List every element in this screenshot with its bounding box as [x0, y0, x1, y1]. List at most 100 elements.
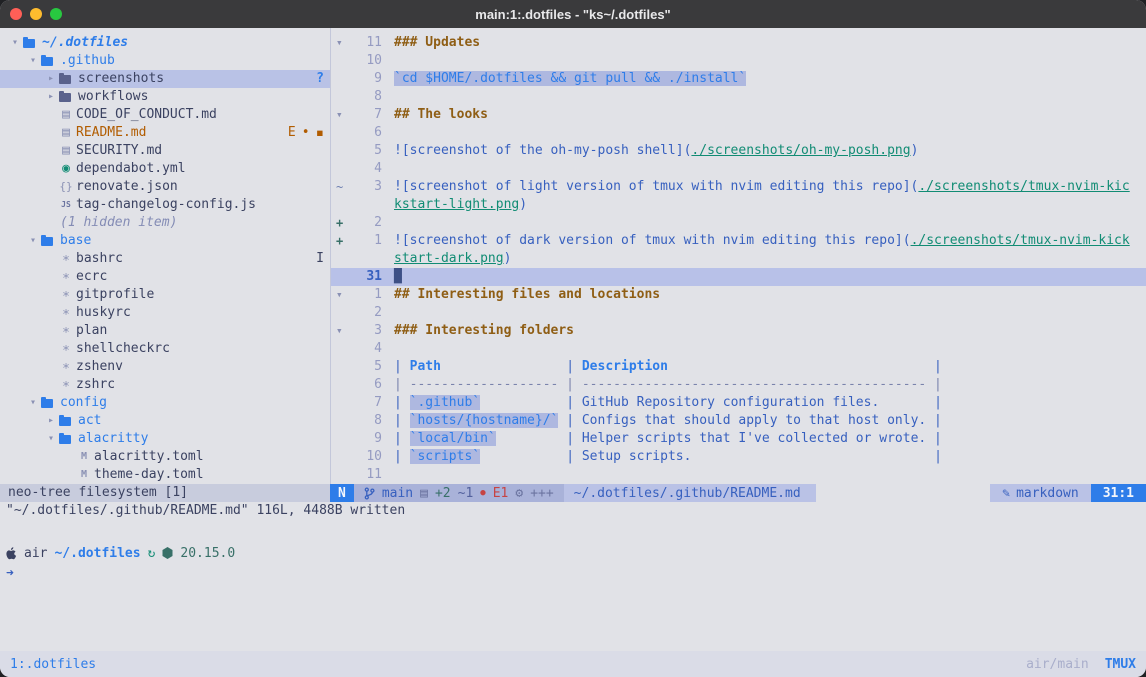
line-text: ### Interesting folders [382, 322, 1146, 340]
tree-item[interactable]: Malacritty.toml [0, 448, 330, 466]
tree-item[interactable]: ▾~/.dotfiles [0, 34, 330, 52]
tree-item[interactable]: JStag-changelog-config.js [0, 196, 330, 214]
editor-line[interactable]: +2 [331, 214, 1146, 232]
editor-line[interactable]: 5![screenshot of the oh-my-posh shell](.… [331, 142, 1146, 160]
diff-changed: ~1 [458, 486, 474, 501]
table-pipe: | [496, 431, 582, 446]
expanded-arrow-icon[interactable]: ▾ [26, 232, 40, 250]
tree-item[interactable]: ▤CODE_OF_CONDUCT.md [0, 106, 330, 124]
gutter-marks [331, 88, 352, 106]
tree-item[interactable]: ▸act [0, 412, 330, 430]
expanded-arrow-icon[interactable]: ▾ [8, 34, 22, 52]
editor[interactable]: ▾11### Updates109`cd $HOME/.dotfiles && … [330, 28, 1146, 484]
line-text [382, 88, 1146, 106]
editor-line[interactable]: 8| `hosts/{hostname}/` | Configs that sh… [331, 412, 1146, 430]
editor-line[interactable]: +1![screenshot of dark version of tmux w… [331, 232, 1146, 250]
tree-item[interactable]: ▸screenshots? [0, 70, 330, 88]
tree-item-label: alacritty.toml [94, 448, 204, 466]
table-pipe: | [480, 449, 582, 464]
neotree-sidebar: ▾~/.dotfiles▾.github▸screenshots?▸workfl… [0, 28, 330, 484]
editor-line[interactable]: ~3![screenshot of light version of tmux … [331, 178, 1146, 196]
zoom-button[interactable] [50, 8, 62, 20]
tree-item[interactable]: ◉dependabot.yml [0, 160, 330, 178]
star-icon: ∗ [58, 304, 74, 322]
star-icon: ∗ [58, 268, 74, 286]
toml-icon: M [76, 466, 92, 484]
tree-item[interactable]: ∗zshrc [0, 376, 330, 394]
tmux-window-name[interactable]: 1:.dotfiles [10, 657, 96, 672]
editor-line[interactable]: 10 [331, 52, 1146, 70]
editor-line[interactable]: 9| `local/bin` | Helper scripts that I'v… [331, 430, 1146, 448]
editor-line[interactable]: 4 [331, 340, 1146, 358]
tree-item[interactable]: Mtheme-day.toml [0, 466, 330, 484]
shell-area[interactable]: air ~/.dotfiles ↻ 20.15.0 ➜ [0, 520, 1146, 581]
markdown-text: ![screenshot of light version of tmux wi… [394, 179, 918, 194]
collapsed-arrow-icon[interactable]: ▸ [44, 412, 58, 430]
line-number: 5 [352, 142, 382, 160]
tree-item-label: SECURITY.md [76, 142, 162, 160]
editor-line[interactable]: kstart-light.png) [331, 196, 1146, 214]
tree-item[interactable]: ▤SECURITY.md [0, 142, 330, 160]
expanded-arrow-icon[interactable]: ▾ [26, 52, 40, 70]
line-number: 31 [352, 268, 382, 286]
window-title: main:1:.dotfiles - "ks~/.dotfiles" [475, 7, 670, 22]
line-number: 3 [352, 178, 382, 196]
filetype-label: markdown [1016, 486, 1079, 501]
tree-item[interactable]: ∗gitprofile [0, 286, 330, 304]
fold-icon: ▾ [331, 322, 352, 340]
folder-icon [59, 93, 71, 102]
tree-item[interactable]: ∗shellcheckrc [0, 340, 330, 358]
editor-line[interactable]: 9`cd $HOME/.dotfiles && git pull && ./in… [331, 70, 1146, 88]
toml-icon: M [76, 448, 92, 466]
tree-item[interactable]: ▸workflows [0, 88, 330, 106]
editor-line[interactable]: 2 [331, 304, 1146, 322]
tree-item[interactable]: ∗ecrc [0, 268, 330, 286]
tree-item-label: .github [60, 52, 115, 70]
row-marks: ? [316, 70, 324, 88]
editor-line[interactable]: 6| ------------------- | ---------------… [331, 376, 1146, 394]
tree-item[interactable]: ∗huskyrc [0, 304, 330, 322]
node-hexagon-icon [162, 547, 173, 559]
editor-line[interactable]: 5| Path | Description | [331, 358, 1146, 376]
dot-icon: ◉ [58, 160, 74, 178]
editor-line[interactable]: 7| `.github` | GitHub Repository configu… [331, 394, 1146, 412]
statusline-filepath: ~/.dotfiles/.github/README.md [564, 484, 816, 502]
close-button[interactable] [10, 8, 22, 20]
collapsed-arrow-icon[interactable]: ▸ [44, 88, 58, 106]
line-text: █ [382, 268, 1146, 286]
editor-line[interactable]: ▾11### Updates [331, 34, 1146, 52]
minimize-button[interactable] [30, 8, 42, 20]
editor-line[interactable]: 6 [331, 124, 1146, 142]
expanded-arrow-icon[interactable]: ▾ [44, 430, 58, 448]
editor-line[interactable]: 11 [331, 466, 1146, 484]
line-number: 8 [352, 88, 382, 106]
tree-item[interactable]: ▾base [0, 232, 330, 250]
tree-item[interactable]: ∗plan [0, 322, 330, 340]
tree-item[interactable]: ∗bashrcI [0, 250, 330, 268]
gutter-marks [331, 52, 352, 70]
tree-item[interactable]: ∗zshenv [0, 358, 330, 376]
row-marks: E•▪ [288, 124, 324, 142]
inline-code: `local/bin` [410, 431, 496, 446]
editor-line[interactable]: 8 [331, 88, 1146, 106]
table-cell: Setup scripts. [582, 449, 692, 464]
tree-item[interactable]: ▾ config [0, 394, 330, 412]
tmux-label: TMUX [1105, 657, 1136, 672]
editor-line[interactable]: ▾3### Interesting folders [331, 322, 1146, 340]
statusline-spacer [816, 484, 991, 502]
editor-line[interactable]: 10| `scripts` | Setup scripts. | [331, 448, 1146, 466]
editor-line[interactable]: ▾7## The looks [331, 106, 1146, 124]
editor-line[interactable]: 4 [331, 160, 1146, 178]
tree-item[interactable]: ▤README.mdE•▪ [0, 124, 330, 142]
tree-item-label: config [60, 394, 107, 412]
branch-name: main [382, 486, 413, 501]
editor-line[interactable]: start-dark.png) [331, 250, 1146, 268]
table-cell: Configs that should apply to that host o… [582, 413, 926, 428]
editor-line[interactable]: ▾1## Interesting files and locations [331, 286, 1146, 304]
editor-line[interactable]: 31█ [331, 268, 1146, 286]
tree-item[interactable]: ▾ .github [0, 52, 330, 70]
tree-item[interactable]: ▾alacritty [0, 430, 330, 448]
expanded-arrow-icon[interactable]: ▾ [26, 394, 40, 412]
tree-item[interactable]: {}renovate.json [0, 178, 330, 196]
collapsed-arrow-icon[interactable]: ▸ [44, 70, 58, 88]
